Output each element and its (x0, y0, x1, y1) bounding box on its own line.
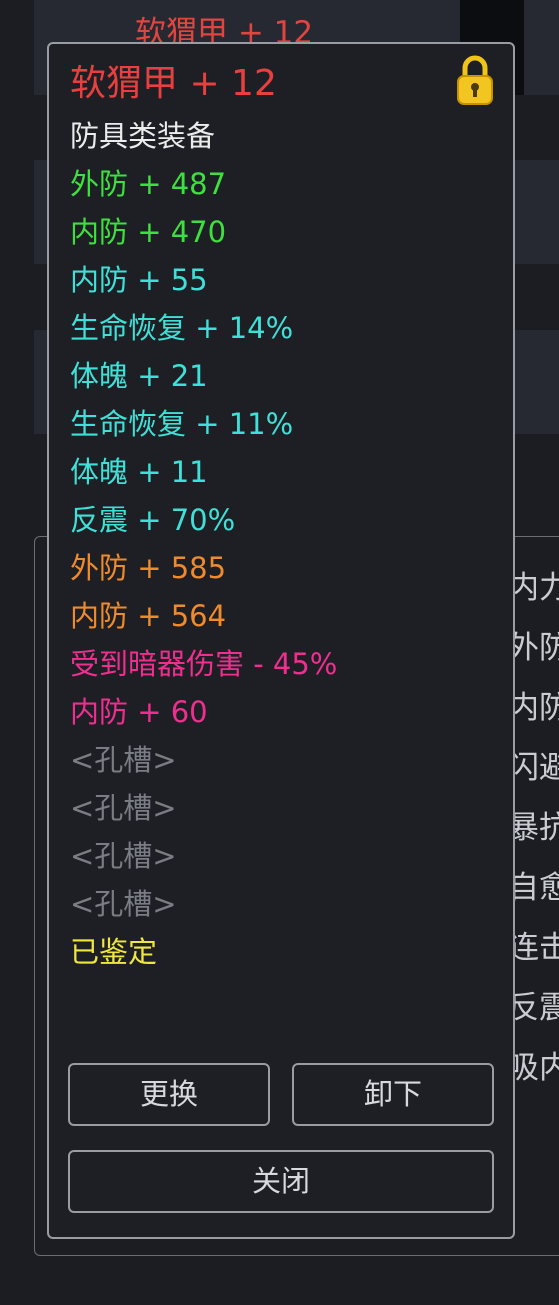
background-stat-label: 反震 (508, 990, 559, 1026)
background-stat-label: 暴抗 (508, 810, 559, 846)
item-stat-line: 体魄 + 21 (70, 359, 208, 393)
item-title: 软猬甲 + 12 (70, 63, 277, 104)
item-stat-line: 反震 + 70% (70, 503, 236, 537)
item-stat-line: 内防 + 55 (70, 263, 208, 297)
background-stat-label: 吸内 (508, 1050, 559, 1086)
item-stat-line: 外防 + 487 (70, 167, 227, 201)
lock-icon[interactable] (455, 54, 495, 106)
background-stat-label: 自愈 (508, 870, 559, 906)
game-screen: 软猬甲 + 12 内力 外防 内防 闪避 暴抗 自愈 连击 反震 吸内 软猬甲 … (0, 0, 559, 1305)
item-stat-line: 生命恢复 + 14% (70, 311, 294, 345)
identified-status: 已鉴定 (70, 935, 158, 969)
background-stat-label: 内防 (508, 690, 559, 726)
item-socket-slot: <孔槽> (70, 887, 177, 921)
unequip-button[interactable]: 卸下 (292, 1063, 494, 1126)
background-stat-label: 内力 (508, 570, 559, 606)
item-stat-line: 内防 + 60 (70, 695, 208, 729)
item-socket-slot: <孔槽> (70, 839, 177, 873)
swap-button[interactable]: 更换 (68, 1063, 270, 1126)
item-stat-line: 生命恢复 + 11% (70, 407, 294, 441)
item-stat-line: 外防 + 585 (70, 551, 227, 585)
item-stat-line: 内防 + 564 (70, 599, 227, 633)
background-stat-label: 连击 (508, 930, 559, 966)
background-slot (524, 0, 559, 95)
close-button[interactable]: 关闭 (68, 1150, 494, 1213)
background-stat-label: 外防 (508, 630, 559, 666)
item-socket-slot: <孔槽> (70, 791, 177, 825)
item-stat-line: 体魄 + 11 (70, 455, 208, 489)
item-stat-line: 受到暗器伤害 - 45% (70, 647, 338, 681)
item-socket-slot: <孔槽> (70, 743, 177, 777)
background-stat-label: 闪避 (508, 750, 559, 786)
item-stat-line: 内防 + 470 (70, 215, 227, 249)
item-category: 防具类装备 (70, 119, 216, 153)
